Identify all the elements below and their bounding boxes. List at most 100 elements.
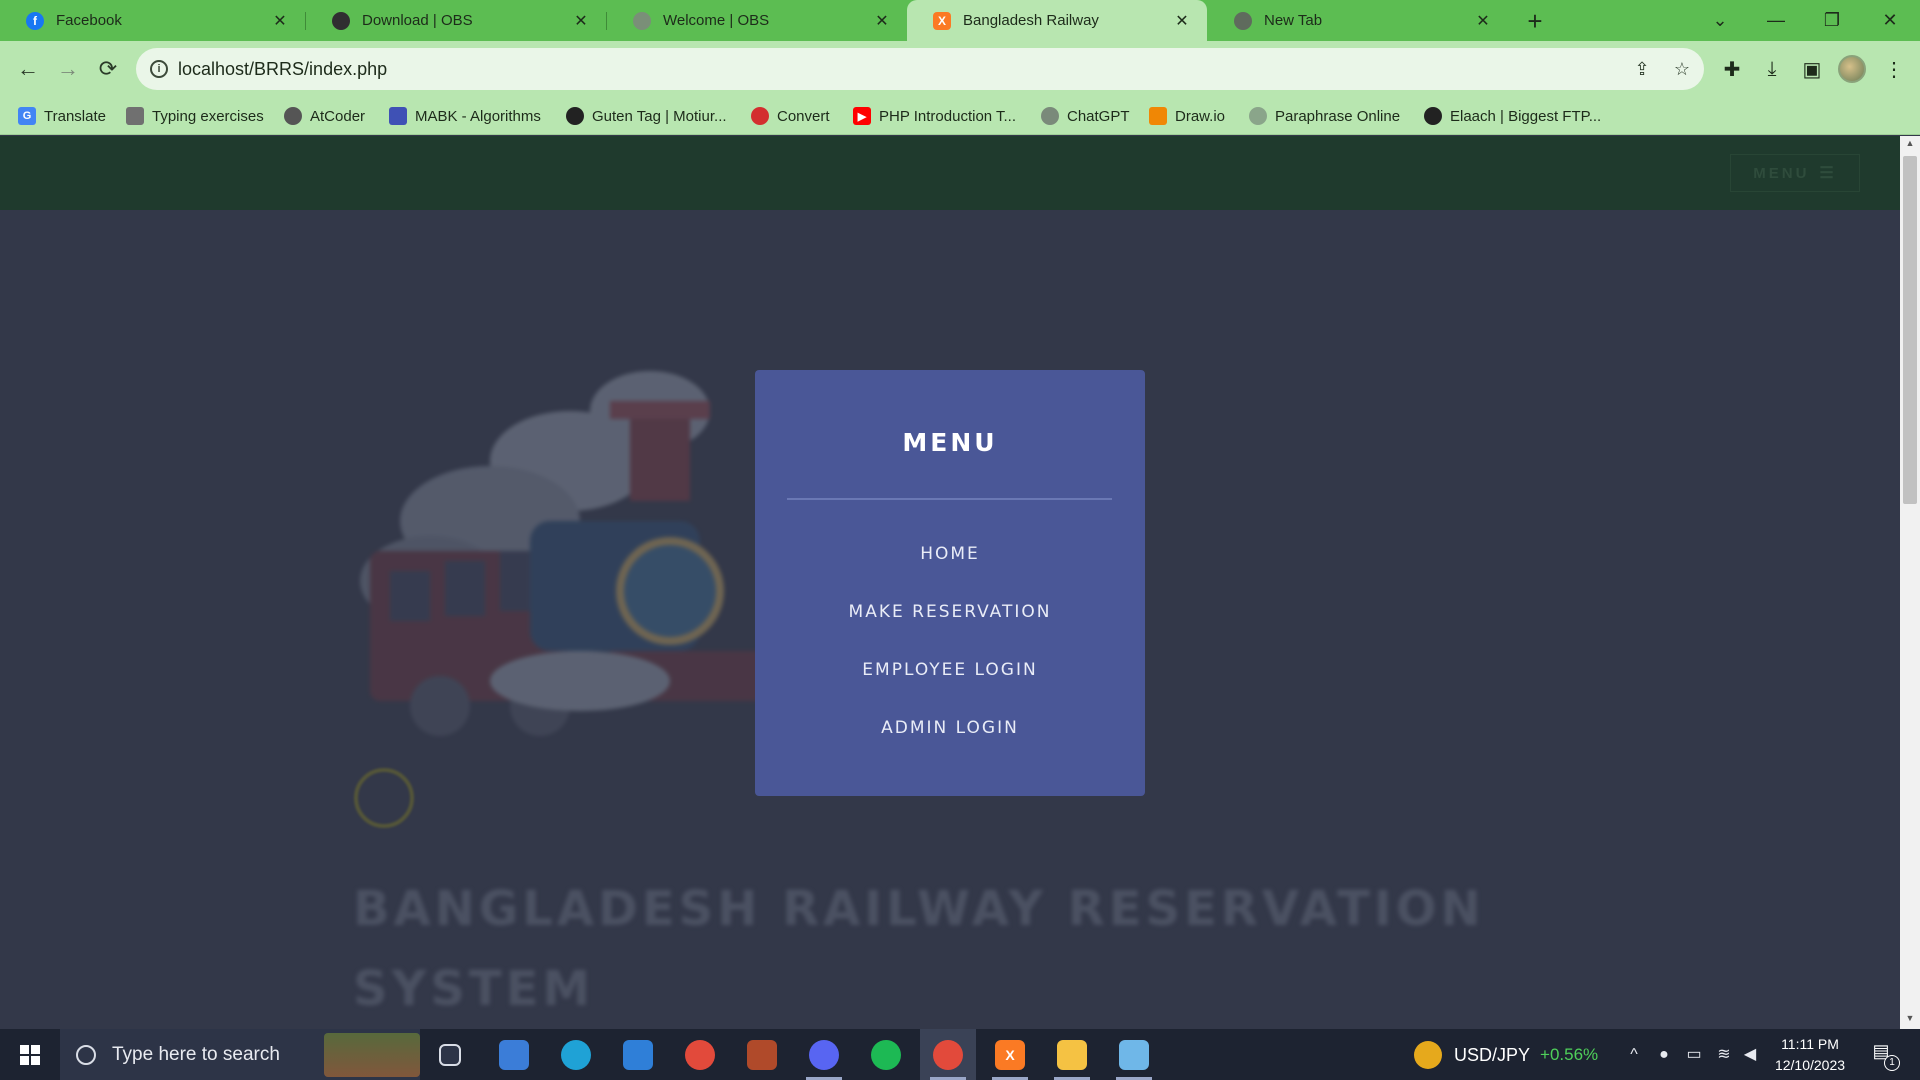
url-text[interactable]: localhost/BRRS/index.php xyxy=(178,59,387,80)
close-icon[interactable]: ✕ xyxy=(572,11,590,31)
search-icon xyxy=(76,1044,96,1065)
microphone-icon[interactable]: ● xyxy=(1652,1043,1676,1067)
notification-center-icon[interactable]: ▤ 1 xyxy=(1866,1041,1900,1071)
tab-new-tab[interactable]: New Tab ✕ xyxy=(1208,0,1508,41)
close-icon[interactable]: ✕ xyxy=(1173,11,1191,31)
scroll-up-arrow-icon[interactable]: ▲ xyxy=(1900,138,1920,152)
browser-toolbar: ← → ⟳ i localhost/BRRS/index.php ⇪ ☆ ✚ ⤓… xyxy=(0,41,1920,97)
menu-item-admin-login[interactable]: ADMIN LOGIN xyxy=(755,718,1145,738)
extensions-icon[interactable]: ✚ xyxy=(1716,53,1748,85)
taskbar: Type here to search X USD/JPY +0.56% ^ ●… xyxy=(0,1029,1920,1080)
tab-welcome-obs[interactable]: Welcome | OBS ✕ xyxy=(607,0,907,41)
bookmark-star-icon[interactable]: ☆ xyxy=(1670,57,1694,81)
tab-search-button[interactable]: ⌄ xyxy=(1692,0,1748,41)
discord-icon[interactable] xyxy=(796,1029,852,1080)
bookmark-convert[interactable]: Convert xyxy=(751,105,830,127)
menu-item-employee-login[interactable]: EMPLOYEE LOGIN xyxy=(755,660,1145,680)
close-icon[interactable]: ✕ xyxy=(873,11,891,31)
reload-button[interactable]: ⟳ xyxy=(92,53,124,85)
bookmark-atcoder[interactable]: AtCoder xyxy=(284,105,365,127)
close-icon[interactable]: ✕ xyxy=(1474,11,1492,31)
new-tab-button[interactable]: + xyxy=(1520,6,1550,36)
facebook-icon: f xyxy=(26,11,44,30)
header-menu-label: MENU xyxy=(1753,164,1810,182)
xampp-icon[interactable]: X xyxy=(982,1029,1038,1080)
currency-ticker-widget[interactable]: USD/JPY +0.56% xyxy=(1414,1039,1598,1071)
spotify-icon[interactable] xyxy=(858,1029,914,1080)
chrome-active-icon[interactable] xyxy=(920,1029,976,1080)
bookmark-label: Translate xyxy=(44,107,106,125)
bookmark-label: Elaach | Biggest FTP... xyxy=(1450,107,1602,125)
tab-title: Bangladesh Railway xyxy=(963,12,1099,29)
side-panel-icon[interactable]: ▣ xyxy=(1796,53,1828,85)
start-button[interactable] xyxy=(0,1029,60,1080)
tab-title: Download | OBS xyxy=(362,12,473,29)
mail-icon[interactable] xyxy=(610,1029,666,1080)
restore-button[interactable]: ❐ xyxy=(1804,0,1860,41)
battery-icon[interactable]: ▭ xyxy=(1682,1043,1706,1067)
menu-item-home[interactable]: HOME xyxy=(755,544,1145,564)
menu-item-make-reservation[interactable]: MAKE RESERVATION xyxy=(755,602,1145,622)
keyboard-icon xyxy=(126,107,144,125)
obs-icon xyxy=(332,11,350,30)
address-bar[interactable]: i localhost/BRRS/index.php ⇪ ☆ xyxy=(136,48,1704,90)
bookmark-php-introduction[interactable]: ▶ PHP Introduction T... xyxy=(853,105,1016,127)
hamburger-icon: ☰ xyxy=(1819,165,1837,182)
bookmark-translate[interactable]: G Translate xyxy=(18,105,106,127)
file-manager-icon[interactable] xyxy=(486,1029,542,1080)
bookmark-label: PHP Introduction T... xyxy=(879,107,1017,125)
paraphrase-icon xyxy=(1249,107,1267,125)
back-button[interactable]: ← xyxy=(12,53,44,85)
close-window-button[interactable]: ✕ xyxy=(1862,0,1918,41)
tab-title: Welcome | OBS xyxy=(663,12,770,29)
hero-title: BANGLADESH RAILWAY RESERVATION SYSTEM xyxy=(353,881,1485,1017)
bookmark-drawio[interactable]: Draw.io xyxy=(1149,105,1225,127)
site-header: MENU ☰ xyxy=(0,136,1900,210)
system-clock[interactable]: 11:11 PM 12/10/2023 xyxy=(1766,1034,1854,1076)
tab-bangladesh-railway[interactable]: X Bangladesh Railway ✕ xyxy=(907,0,1207,41)
notepad-icon[interactable] xyxy=(1106,1029,1162,1080)
task-view-icon[interactable] xyxy=(422,1029,478,1080)
ebook-app-icon[interactable] xyxy=(734,1029,790,1080)
file-explorer-icon[interactable] xyxy=(1044,1029,1100,1080)
share-icon[interactable]: ⇪ xyxy=(1630,57,1654,81)
youtube-icon: ▶ xyxy=(853,107,871,125)
edge-icon[interactable] xyxy=(548,1029,604,1080)
bookmark-elaach[interactable]: Elaach | Biggest FTP... xyxy=(1424,105,1601,127)
currency-change: +0.56% xyxy=(1540,1045,1599,1064)
forward-button[interactable]: → xyxy=(52,53,84,85)
page-viewport: MENU ☰ BANGLADESH RAILWAY RESERVATION SY… xyxy=(0,136,1900,1029)
tab-title: New Tab xyxy=(1264,12,1323,29)
bookmark-typing-exercises[interactable]: Typing exercises xyxy=(126,105,264,127)
more-menu-icon[interactable]: ⋮ xyxy=(1878,53,1910,85)
tab-facebook[interactable]: f Facebook ✕ xyxy=(0,0,305,41)
chrome-icon xyxy=(1234,11,1252,30)
wifi-icon[interactable]: ≋ xyxy=(1712,1043,1736,1067)
xampp-icon: X xyxy=(933,11,951,30)
globe-icon xyxy=(1424,107,1442,125)
info-icon[interactable]: i xyxy=(150,60,168,78)
scroll-down-arrow-icon[interactable]: ▼ xyxy=(1900,1013,1920,1027)
taskbar-search-box[interactable]: Type here to search xyxy=(60,1029,420,1080)
header-menu-button[interactable]: MENU ☰ xyxy=(1730,154,1860,192)
tab-download-obs[interactable]: Download | OBS ✕ xyxy=(306,0,606,41)
google-translate-icon: G xyxy=(18,107,36,125)
download-icon[interactable]: ⤓ xyxy=(1756,53,1788,85)
show-hidden-icons-chevron-icon[interactable]: ^ xyxy=(1622,1043,1646,1067)
volume-icon[interactable]: ◀ xyxy=(1738,1043,1762,1067)
bookmark-mabk-algorithms[interactable]: MABK - Algorithms xyxy=(389,105,541,127)
avatar[interactable] xyxy=(1838,55,1866,83)
bookmark-chatgpt[interactable]: ChatGPT xyxy=(1041,105,1130,127)
scrollbar-thumb[interactable] xyxy=(1903,156,1917,504)
menu-divider xyxy=(787,498,1112,500)
bookmark-guten-tag[interactable]: Guten Tag | Motiur... xyxy=(566,105,727,127)
close-icon[interactable]: ✕ xyxy=(271,11,289,31)
bookmark-paraphrase-online[interactable]: Paraphrase Online xyxy=(1249,105,1400,127)
minimize-button[interactable]: — xyxy=(1748,0,1804,41)
bookmark-label: Paraphrase Online xyxy=(1275,107,1401,125)
chrome-icon[interactable] xyxy=(672,1029,728,1080)
blog-icon xyxy=(389,107,407,125)
globe-icon xyxy=(566,107,584,125)
bookmark-label: MABK - Algorithms xyxy=(415,107,541,125)
page-scrollbar[interactable]: ▲ ▼ xyxy=(1900,136,1920,1029)
